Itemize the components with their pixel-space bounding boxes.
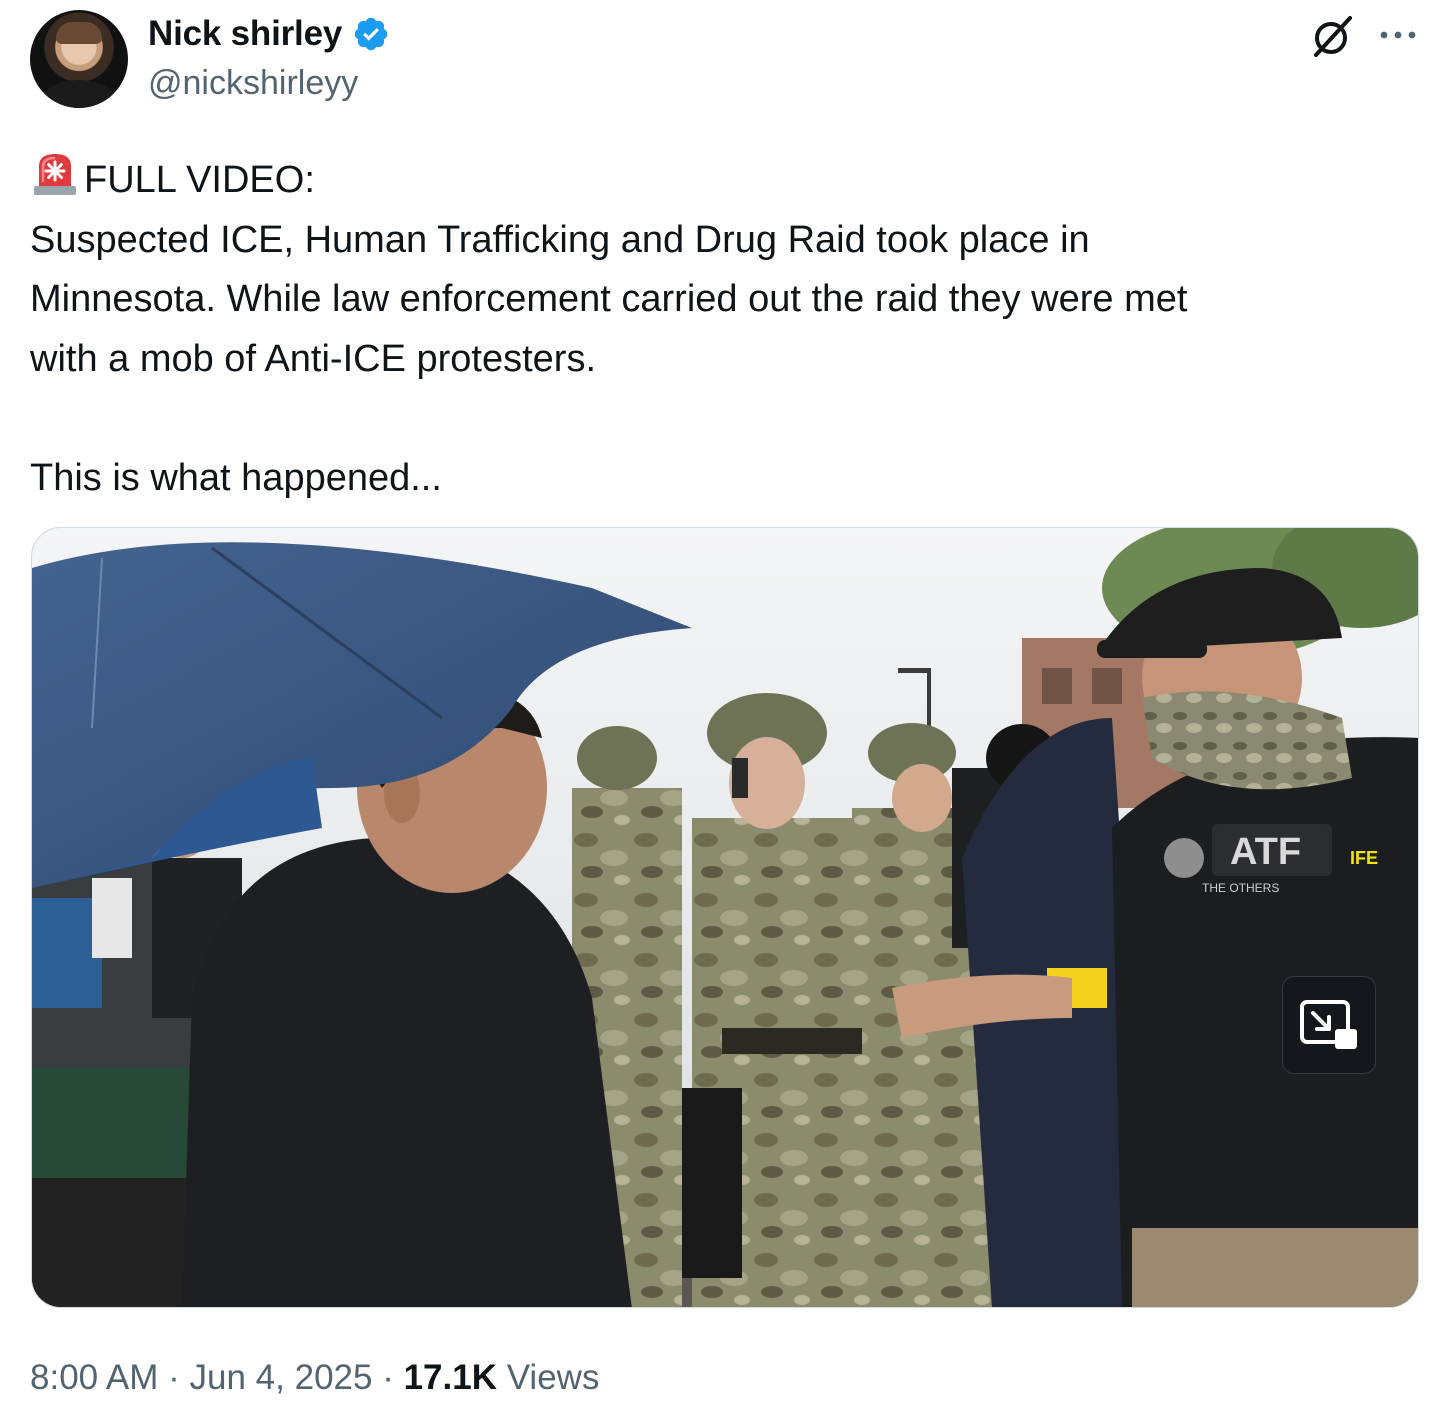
tweet-line-1: FULL VIDEO: [30,148,1420,211]
rotating-light-emoji-icon [30,148,80,198]
tweet-line-2: Suspected ICE, Human Trafficking and Dru… [30,218,1090,261]
tweet-line-1-text: FULL VIDEO: [84,159,315,201]
tweet-text: FULL VIDEO: Suspected ICE, Human Traffic… [30,148,1420,508]
tweet-line-5: This is what happened... [30,456,442,499]
meta-separator: · [158,1358,190,1397]
meta-separator: · [372,1358,404,1397]
vest-subpatch-label: THE OTHERS [1202,881,1279,895]
grok-icon[interactable] [1310,14,1356,65]
avatar-shirt [42,80,116,108]
video-frame: ATF THE OTHERS IFE [32,528,1418,1307]
avatar-hair [56,22,102,44]
tweet-line-3: Minnesota. While law enforcement carried… [30,278,1188,320]
more-options-icon[interactable] [1378,20,1418,55]
verified-badge-icon [352,15,390,53]
author-avatar[interactable] [30,10,128,108]
tweet-time[interactable]: 8:00 AM [30,1358,158,1397]
views-count[interactable]: 17.1K [404,1358,497,1397]
vest-side-patch-label: IFE [1350,848,1378,868]
tweet-meta: 8:00 AM · Jun 4, 2025 · 17.1K Views [30,1358,599,1398]
views-label: Views [496,1358,600,1397]
vest-patch-label: ATF [1230,831,1301,873]
picture-in-picture-icon[interactable] [1282,976,1376,1074]
author-name[interactable]: Nick shirley [148,14,342,54]
author-handle[interactable]: @nickshirleyy [148,64,358,103]
tweet-line-4: with a mob of Anti-ICE protesters. [30,337,597,380]
tweet-media-video[interactable]: ATF THE OTHERS IFE [31,527,1419,1308]
author-name-row: Nick shirley [148,14,390,54]
tweet-date[interactable]: Jun 4, 2025 [190,1358,373,1397]
